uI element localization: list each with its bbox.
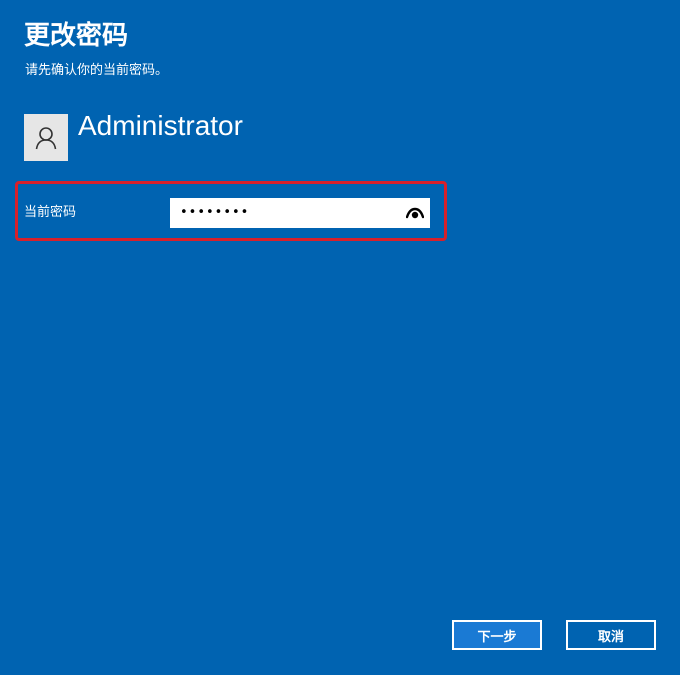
user-name: Administrator [78,110,243,141]
avatar [24,114,68,161]
eye-icon [406,207,424,219]
current-password-value: •••••••• [180,205,250,220]
reveal-password-button[interactable] [404,203,426,223]
current-password-input[interactable]: •••••••• [170,198,430,228]
page-subtitle: 请先确认你的当前密码。 [25,63,169,78]
person-icon [35,126,57,149]
page-title: 更改密码 [24,21,129,51]
next-button[interactable]: 下一步 [452,620,542,650]
cancel-button[interactable]: 取消 [566,620,656,650]
current-password-label: 当前密码 [24,205,77,220]
